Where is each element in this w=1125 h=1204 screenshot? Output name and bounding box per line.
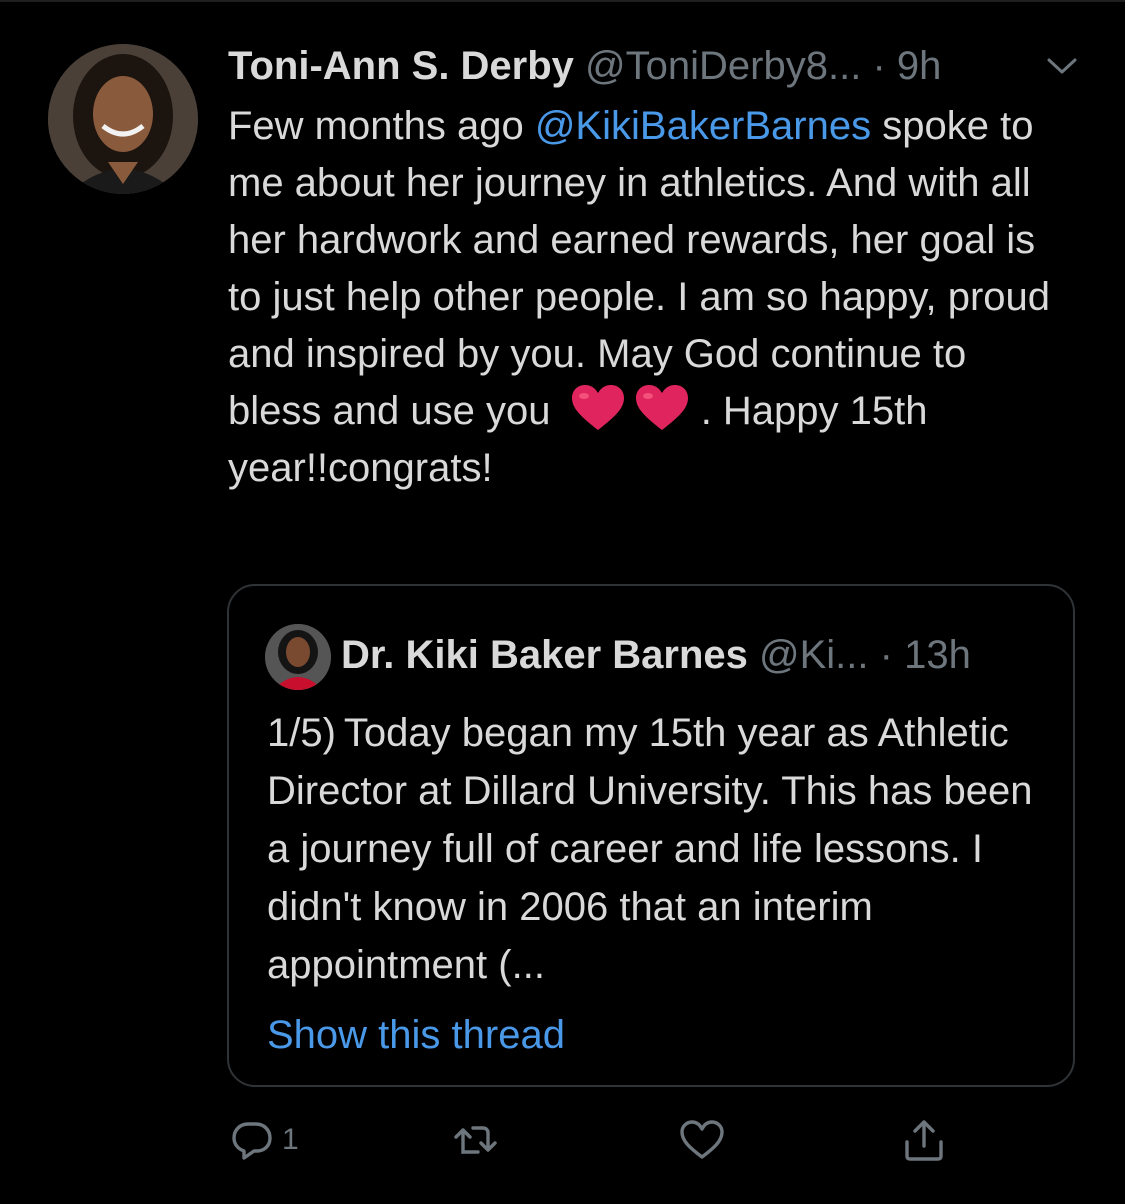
share-icon — [905, 1120, 943, 1161]
mention-link[interactable]: @KikiBakerBarnes — [535, 104, 871, 148]
reply-count: 1 — [282, 1123, 299, 1156]
retweet-button[interactable] — [452, 1112, 506, 1168]
quoted-tweet-header: Dr. Kiki Baker Barnes @Ki... · 13h — [341, 630, 1061, 680]
tweet-action-bar: 1 — [228, 1112, 1088, 1172]
quoted-author-handle: @Ki... — [759, 633, 869, 677]
reply-button[interactable]: 1 — [228, 1112, 299, 1168]
quoted-author-avatar — [265, 624, 331, 690]
red-heart-emoji — [634, 384, 690, 432]
author-handle[interactable]: @ToniDerby8... — [585, 44, 861, 88]
author-display-name[interactable]: Toni-Ann S. Derby — [228, 44, 574, 88]
tweet-text-intro: Few months ago — [228, 104, 535, 148]
quoted-tweet-timestamp: 13h — [904, 633, 971, 677]
quoted-header-separator: · — [879, 633, 893, 677]
quoted-author-display-name: Dr. Kiki Baker Barnes — [341, 633, 748, 677]
like-icon — [680, 1120, 724, 1159]
tweet-text: Few months ago @KikiBakerBarnes spoke to… — [228, 98, 1058, 497]
quoted-tweet-card[interactable]: Dr. Kiki Baker Barnes @Ki... · 13h 1/5) … — [227, 584, 1075, 1087]
show-thread-link[interactable]: Show this thread — [267, 1010, 565, 1060]
share-button[interactable] — [900, 1112, 948, 1168]
chevron-down-icon[interactable] — [1045, 54, 1079, 78]
tweet-timestamp[interactable]: 9h — [897, 44, 942, 88]
top-divider — [0, 0, 1125, 2]
header-separator: · — [872, 44, 886, 88]
like-button[interactable] — [678, 1112, 732, 1168]
quoted-tweet-text: 1/5) Today began my 15th year as Athleti… — [267, 711, 1033, 987]
retweet-icon — [454, 1126, 497, 1154]
red-heart-emoji — [570, 384, 626, 432]
reply-icon — [232, 1122, 272, 1160]
author-avatar[interactable] — [48, 44, 198, 194]
tweet-header: Toni-Ann S. Derby @ToniDerby8... · 9h — [228, 42, 1088, 90]
